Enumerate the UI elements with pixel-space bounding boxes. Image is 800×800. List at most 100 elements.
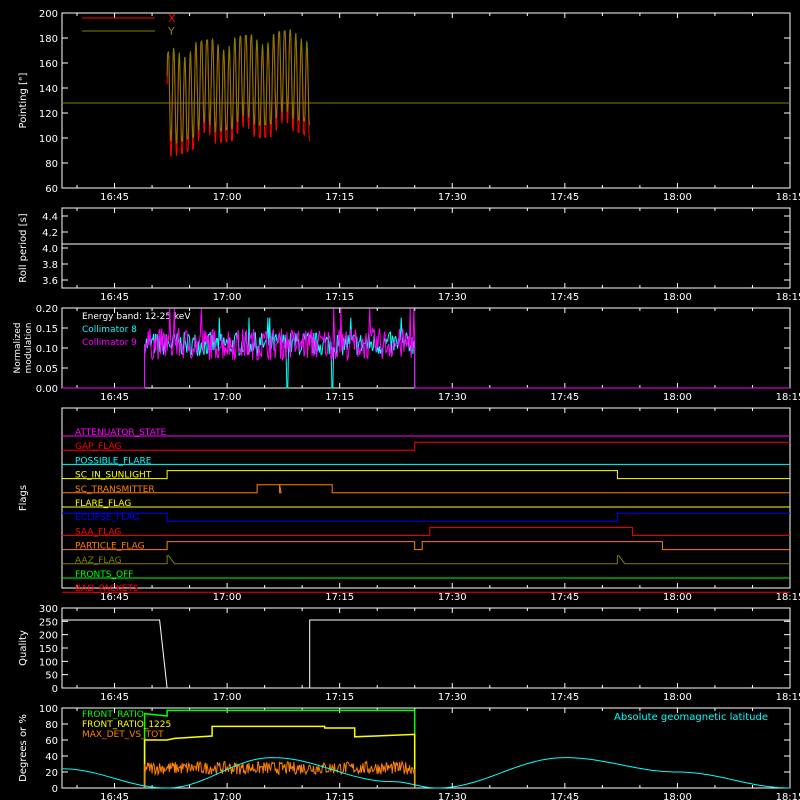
flag-aaz-flag-label: AAZ_FLAG [75,556,122,566]
legend-y-label: Y [167,25,175,38]
plot-area: 16:45 17:00 17:15 17:30 17:45 18:00 18:15 Point… [13,9,800,800]
series-max-det-vs-tot-line [144,759,416,788]
geo-ytick-label: 0 [52,784,58,795]
pointing-xtick-label: 17:45 [550,192,579,203]
geo-xtick-label: 17:15 [325,792,354,800]
pointing-ytick-label: 140 [39,84,58,95]
quality-ytick-label: 0 [52,684,58,695]
pointing-ytick-label: 100 [39,134,58,145]
modulation-ylabel: Normalizedmodulation [13,322,34,373]
roll-ytick-label: 4.2 [42,228,58,239]
legend-max-det-vs-tot-label: MAX_DET_VS_TOT [82,730,164,740]
flags-frame [61,407,791,589]
geo-xtick-label: 16:45 [100,792,129,800]
roll-xtick-label: 18:15 [776,292,800,303]
pointing-ytick-label: 200 [39,9,58,20]
roll-xtick-label: 16:45 [100,292,129,303]
geo-xtick-label: 17:45 [550,792,579,800]
flag-eclipse-flag-label: ECLIPSE_FLAG [75,513,139,523]
roll-xtick-label: 17:45 [550,292,579,303]
geo-ylabel: Degrees or % [18,714,29,782]
flags-xtick-label: 17:15 [325,592,354,603]
flags-xtick-label: 17:45 [550,592,579,603]
quality-ytick-label: 150 [39,644,58,655]
quality-ylabel: Quality [18,630,29,666]
flag-possible-flare-label: POSSIBLE_FLARE [75,456,152,466]
roll-xtick-label: 17:15 [325,292,354,303]
legend-x-label: X [168,12,176,25]
pointing-xtick-label: 18:00 [663,192,692,203]
roll-ytick-label: 4.0 [42,244,58,255]
flag-particle-flag-label: PARTICLE_FLAG [75,542,145,552]
modulation-xtick-label: 18:15 [776,392,800,403]
quality-xtick-label: 18:00 [663,692,692,703]
flags-xtick-label: 18:00 [663,592,692,603]
geo-xtick-label: 18:00 [663,792,692,800]
geo-xtick-label: 18:15 [776,792,800,800]
roll-ylabel: Roll period [s] [18,213,29,282]
flag-gap-flag-line [62,441,790,451]
geo-ytick-label: 20 [45,768,58,779]
quality-xtick-label: 17:45 [550,692,579,703]
flags-xtick-label: 17:00 [213,592,242,603]
flag-gap-flag-label: GAP_FLAG [75,442,121,452]
quality-ytick-label: 250 [39,617,58,628]
flag-fronts-off-label: FRONTS_OFF [75,570,133,580]
flag-particle-flag-line [62,541,790,551]
flag-sc-transmitter-label: SC_TRANSMITTER [75,485,155,495]
modulation-xtick-label: 17:15 [325,392,354,403]
quality-xtick-label: 17:00 [213,692,242,703]
pointing-ytick-label: 180 [39,34,58,45]
series-front-ratio-line [143,709,416,788]
legend-front-ratio-label: FRONT_RATIO [82,710,144,720]
flag-flare-flag-label: FLARE_FLAG [75,499,131,509]
flag-saa-flag-line [62,526,790,536]
flag-sc-in-sunlight-label: SC_IN_SUNLIGHT [75,471,152,481]
legend-collimator-8-label: Collimator 8 [82,325,137,335]
series-absolute-geomagnetic-latitude-line [61,757,790,789]
geo-ytick-label: 60 [45,736,58,747]
legend-front-ratio-1225-label: FRONT_RATIO_1225 [82,720,171,730]
quality-xtick-label: 17:30 [438,692,467,703]
modulation-ytick-label: 0.15 [36,324,58,335]
roll-frame [61,207,791,289]
pointing-frame [61,12,791,189]
pointing-xtick-label: 18:15 [776,192,800,203]
roll-ytick-label: 3.6 [42,276,58,287]
pointing-xtick-label: 17:00 [213,192,242,203]
flag-aaz-flag-line [62,555,790,565]
pointing-ytick-label: 60 [45,184,58,195]
modulation-xtick-label: 18:00 [663,392,692,403]
quality-xtick-label: 18:15 [776,692,800,703]
modulation-xtick-label: 17:00 [213,392,242,403]
flag-eclipse-flag-line [62,512,790,522]
modulation-ytick-label: 0.00 [36,384,58,395]
modulation-ytick-label: 0.10 [36,344,58,355]
modulation-xtick-label: 17:30 [438,392,467,403]
roll-xtick-label: 17:00 [213,292,242,303]
modulation-ytick-label: 0.20 [36,304,58,315]
pointing-ytick-label: 160 [39,59,58,70]
roll-ytick-label: 3.8 [42,260,58,271]
flag-attenuator-state-label: ATTENUATOR_STATE [75,428,167,438]
modulation-xtick-label: 17:45 [550,392,579,403]
pointing-xtick-label: 17:30 [438,192,467,203]
flag-saa-flag-label: SAA_FLAG [75,527,121,537]
geo-ytick-label: 80 [45,720,58,731]
quality-ytick-label: 200 [39,631,58,642]
flag-bad-packets-label: BAD_PACKETS [75,584,139,594]
quality-ytick-label: 300 [39,604,58,615]
quality-xtick-label: 16:45 [100,692,129,703]
legend-collimator-9-label: Collimator 9 [82,338,137,348]
flag-sc-in-sunlight-line [62,470,790,480]
geo-ytick-label: 100 [39,704,58,715]
modulation-xtick-label: 16:45 [100,392,129,403]
series-front-ratio-1225-line [143,725,416,788]
geo-ytick-label: 40 [45,752,58,763]
series-quality-line [62,619,790,689]
flags-xtick-label: 18:15 [776,592,800,603]
geo-xtick-label: 17:30 [438,792,467,800]
flags-xtick-label: 17:30 [438,592,467,603]
roll-ytick-label: 4.4 [42,212,58,223]
geomagnetic-annotation: Absolute geomagnetic latitude [614,712,768,723]
